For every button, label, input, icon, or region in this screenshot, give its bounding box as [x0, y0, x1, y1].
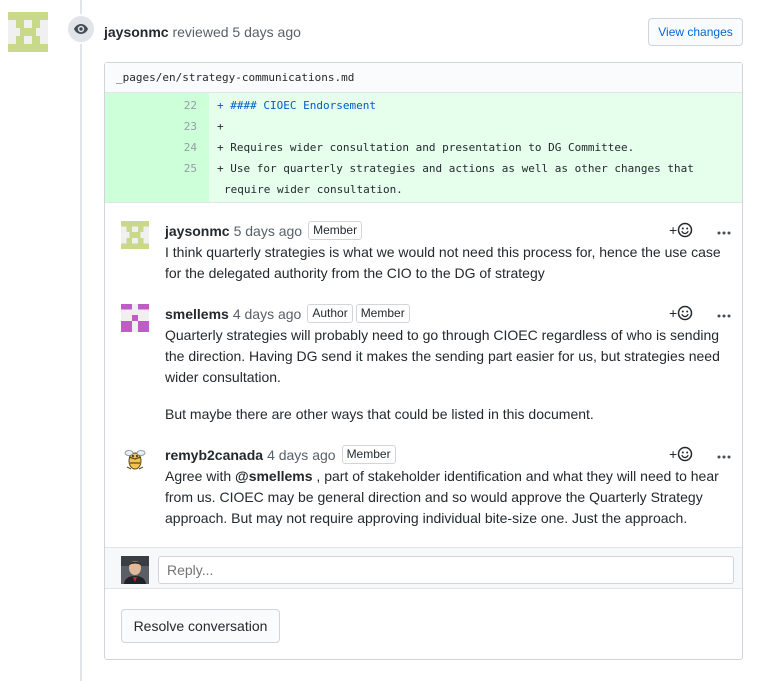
kebab-horizontal-icon[interactable] [717, 222, 731, 238]
comment-time[interactable]: 4 days ago [233, 305, 302, 323]
diff-hunk: 22 + #### CIOEC Endorsement 23 + 24 + Re… [105, 93, 742, 203]
comment-actions: + [669, 221, 731, 239]
avatar[interactable] [121, 445, 149, 473]
reply-bar [105, 547, 742, 589]
file-path[interactable]: _pages/en/strategy-communications.md [105, 63, 742, 93]
comment-time[interactable]: 4 days ago [267, 446, 336, 464]
diff-code: + #### CIOEC Endorsement [217, 99, 376, 112]
eye-icon [66, 14, 96, 44]
current-user-avatar[interactable] [121, 556, 149, 584]
comment-body: Agree with @smellems , part of stakehold… [165, 466, 731, 529]
smiley-plus-icon[interactable]: + [669, 305, 693, 321]
line-number[interactable]: 23 [165, 116, 197, 137]
view-changes-button[interactable]: View changes [648, 18, 743, 46]
line-number[interactable]: 25 [165, 158, 197, 179]
comment-header: jaysonmc 5 days ago Member [165, 221, 363, 240]
comment-time[interactable]: 5 days ago [234, 222, 303, 240]
member-badge: Member [308, 221, 363, 240]
review-thread: _pages/en/strategy-communications.md 22 … [104, 62, 743, 660]
smiley-plus-icon[interactable]: + [669, 222, 693, 238]
svg-text:+: + [669, 446, 677, 462]
diff-code: + Requires wider consultation and presen… [217, 141, 635, 154]
timeline-line [80, 0, 82, 681]
comment-author-link[interactable]: smellems [165, 305, 229, 323]
comment-text: I think quarterly strategies is what we … [165, 244, 721, 281]
diff-line: 22 + #### CIOEC Endorsement [105, 95, 742, 116]
diff-continuation: require wider consultation. [224, 183, 403, 196]
comment-text-prefix: Agree with [165, 468, 236, 484]
comment-author-link[interactable]: remyb2canada [165, 446, 263, 464]
diff-code: + [217, 120, 224, 133]
reviewer-avatar[interactable] [8, 12, 48, 52]
review-header: jaysonmc reviewed 5 days ago [104, 22, 301, 42]
comment-author-link[interactable]: jaysonmc [165, 222, 230, 240]
resolve-conversation-button[interactable]: Resolve conversation [121, 609, 280, 643]
author-badge: Author [307, 304, 353, 323]
comment-text: But maybe there are other ways that coul… [165, 406, 594, 422]
comment-body: Quarterly strategies will probably need … [165, 325, 731, 425]
svg-text:+: + [669, 305, 677, 321]
comment-header: smellems 4 days ago Author Member [165, 304, 410, 323]
comment-body: I think quarterly strategies is what we … [165, 242, 731, 284]
review-author-link[interactable]: jaysonmc [104, 24, 169, 40]
diff-line: 24 + Requires wider consultation and pre… [105, 137, 742, 158]
diff-line: 25 + Use for quarterly strategies and ac… [105, 158, 742, 179]
user-mention-link[interactable]: @smellems [235, 468, 312, 484]
avatar[interactable] [121, 221, 149, 249]
diff-line: 23 + [105, 116, 742, 137]
avatar[interactable] [121, 304, 149, 332]
kebab-horizontal-icon[interactable] [717, 305, 731, 321]
diff-code: + Use for quarterly strategies and actio… [217, 162, 694, 175]
comment-actions: + [669, 445, 731, 463]
smiley-plus-icon[interactable]: + [669, 446, 693, 462]
review-action: reviewed [172, 24, 229, 40]
comment-actions: + [669, 304, 731, 322]
comment-text: Agree with @smellems , part of stakehold… [165, 466, 731, 529]
svg-text:+: + [669, 222, 677, 238]
line-number[interactable]: 24 [165, 137, 197, 158]
line-number[interactable]: 22 [165, 95, 197, 116]
review-time[interactable]: 5 days ago [232, 24, 301, 40]
reply-input[interactable] [158, 556, 734, 584]
member-badge: Member [341, 445, 396, 464]
kebab-horizontal-icon[interactable] [717, 446, 731, 462]
member-badge: Member [355, 304, 410, 323]
comment-text: Quarterly strategies will probably need … [165, 327, 720, 385]
comment-header: remyb2canada 4 days ago Member [165, 445, 396, 464]
